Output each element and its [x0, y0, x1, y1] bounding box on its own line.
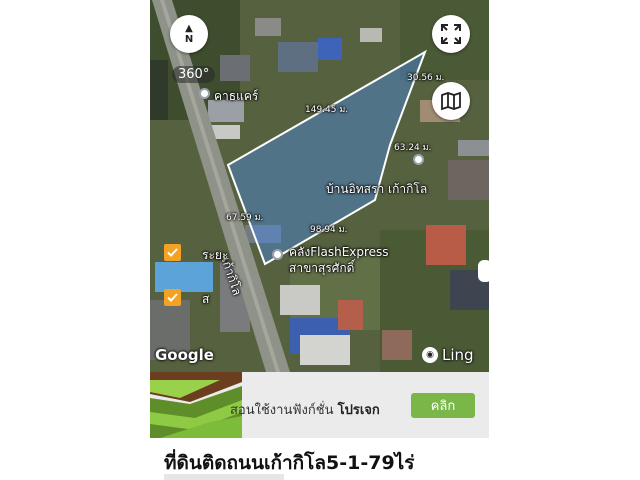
satellite-map[interactable]: ▲ N 360° 30.56 ม. 149.45 ม. 63.24 ม. 67.…	[150, 0, 489, 372]
compass-icon: ▲ N	[184, 23, 194, 45]
promo-text: สอนใช้งานฟังก์ชั่น โปรเจก	[230, 399, 380, 420]
farmland-illustration	[150, 372, 242, 438]
measure-right: 63.24 ม.	[394, 143, 432, 153]
place-petrol-label: คาธแคร์	[214, 89, 259, 103]
promo-banner[interactable]: สอนใช้งานฟังก์ชั่น โปรเจก คลิก	[150, 372, 489, 438]
map-edge-marker[interactable]	[478, 260, 489, 282]
satellite-imagery	[150, 0, 489, 372]
flash-express-pin[interactable]	[272, 249, 283, 260]
left-margin	[0, 0, 150, 480]
google-attribution: Google	[155, 346, 214, 364]
measure-bottom: 98.94 ม.	[310, 225, 348, 235]
ling-label: Ling	[442, 346, 474, 364]
promo-click-button[interactable]: คลิก	[411, 393, 475, 418]
app-frame: ▲ N 360° 30.56 ม. 149.45 ม. 63.24 ม. 67.…	[150, 0, 489, 480]
promo-text-bold: โปรเจก	[337, 403, 380, 418]
compass-button[interactable]: ▲ N	[170, 15, 208, 53]
ling-owl-icon: ◉	[422, 347, 438, 363]
badge-360[interactable]: 360°	[172, 66, 216, 83]
place-pin[interactable]	[199, 88, 210, 99]
ling-brand: ◉ Ling	[422, 346, 474, 364]
promo-text-normal: สอนใช้งานฟังก์ชั่น	[230, 403, 334, 418]
measure-left: 67.59 ม.	[226, 213, 264, 223]
checkbox-icon[interactable]	[164, 289, 181, 306]
place-landmark-label: บ้านอิทสรา เก้ากิโล	[326, 182, 428, 196]
fullscreen-icon	[441, 24, 461, 44]
map-layers-icon	[441, 91, 461, 111]
measure-top-right: 30.56 ม.	[407, 73, 445, 83]
listing-subtitle-placeholder	[164, 474, 284, 480]
right-margin	[489, 0, 640, 480]
compass-label: N	[184, 34, 194, 45]
place-side-label: ส	[202, 292, 210, 306]
checkbox-icon[interactable]	[164, 244, 181, 261]
map-layers-button[interactable]	[432, 82, 470, 120]
flash-express-label-2: สาขาสุรศักดิ์	[289, 261, 355, 275]
measure-top: 149.45 ม.	[305, 105, 349, 115]
fullscreen-button[interactable]	[432, 15, 470, 53]
place-rayong-label: ระยะ	[202, 248, 229, 262]
place-pin[interactable]	[413, 154, 424, 165]
